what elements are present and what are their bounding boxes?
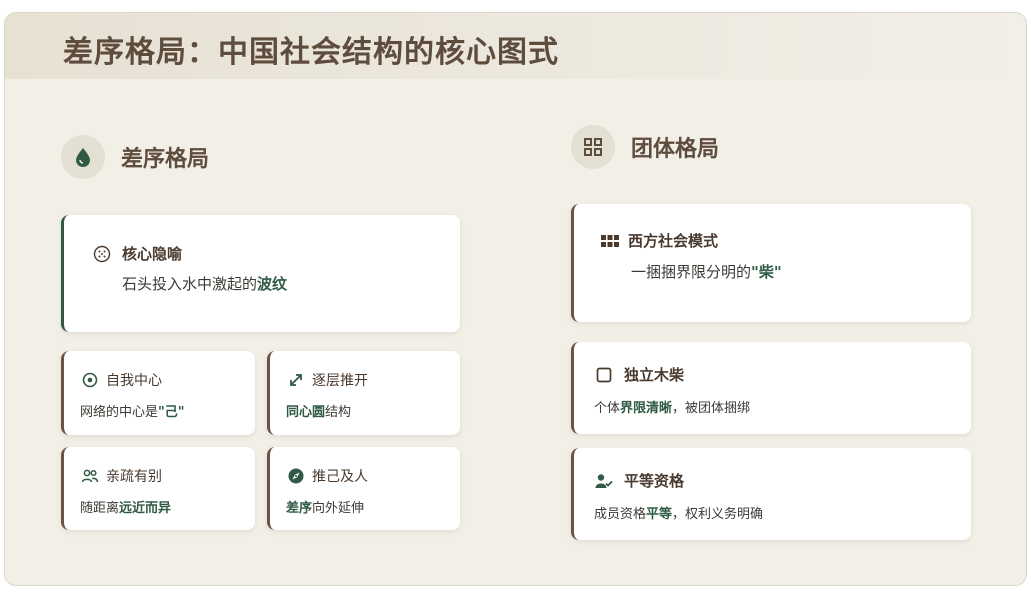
self-center-desc: 网络的中心是"己" [80,401,185,420]
kinship-card: 亲疏有别 随距离远近而异 [61,447,255,530]
core-metaphor-desc: 石头投入水中激起的波纹 [122,273,287,294]
desc-emphasis: 平等 [646,507,673,522]
page-container: 差序格局：中国社会结构的核心图式 差序格局 团体格局 核心隐喻 石头投入水中激起… [4,12,1027,586]
western-model-title: 西方社会模式 [628,232,719,250]
core-metaphor-title: 核心隐喻 [122,245,183,263]
circle-grid-icon [92,244,112,264]
grid-icon [571,125,615,169]
desc-emphasis: 差序 [286,501,313,516]
kinship-title: 亲疏有别 [106,469,162,485]
equal-membership-title: 平等资格 [624,472,685,490]
independent-firewood-card: 独立木柴 个体界限清晰，被团体捆绑 [571,342,971,434]
desc-text: 个体 [594,401,621,416]
compass-icon [286,466,306,486]
layer-expand-card: 逐层推开 同心圆结构 [267,351,460,435]
self-center-title: 自我中心 [106,373,162,389]
desc-suffix: ，被团体捆绑 [672,401,751,416]
water-drop-icon [61,135,105,179]
target-icon [80,370,100,390]
desc-emphasis: 界限清晰 [620,401,673,416]
left-column-header: 差序格局 [61,135,209,179]
kinship-desc: 随距离远近而异 [80,497,171,516]
western-model-card: 西方社会模式 一捆捆界限分明的"柴" [571,204,971,322]
desc-suffix: 向外延伸 [312,501,365,516]
desc-emphasis: "己" [158,405,185,420]
layer-expand-title: 逐层推开 [312,373,368,389]
western-model-desc: 一捆捆界限分明的"柴" [631,261,782,282]
right-column-title: 团体格局 [631,136,720,162]
self-center-card: 自我中心 网络的中心是"己" [61,351,255,435]
desc-text: 成员资格 [594,507,647,522]
page-title: 差序格局：中国社会结构的核心图式 [63,35,559,70]
layer-expand-desc: 同心圆结构 [286,401,351,420]
left-column-title: 差序格局 [121,146,210,172]
desc-emphasis: 同心圆 [286,405,326,420]
extend-desc: 差序向外延伸 [286,497,364,516]
desc-emphasis: "柴" [751,263,782,281]
desc-emphasis: 波纹 [257,275,288,293]
desc-text: 随距离 [80,501,120,516]
extend-title: 推己及人 [312,469,368,485]
blocks-icon [600,231,620,251]
independent-firewood-title: 独立木柴 [624,366,685,384]
desc-text: 一捆捆界限分明的 [631,263,752,281]
desc-text: 网络的中心是 [80,405,159,420]
equal-membership-card: 平等资格 成员资格平等，权利义务明确 [571,448,971,540]
desc-emphasis: 远近而异 [119,501,172,516]
extend-card: 推己及人 差序向外延伸 [267,447,460,530]
square-icon [594,365,614,385]
independent-firewood-desc: 个体界限清晰，被团体捆绑 [594,397,750,416]
desc-suffix: 结构 [325,405,352,420]
user-check-icon [594,471,614,491]
right-column-header: 团体格局 [571,125,719,169]
desc-text: 石头投入水中激起的 [122,275,258,293]
equal-membership-desc: 成员资格平等，权利义务明确 [594,503,763,522]
desc-suffix: ，权利义务明确 [672,507,764,522]
expand-arrow-icon [286,370,306,390]
core-metaphor-card: 核心隐喻 石头投入水中激起的波纹 [61,215,460,332]
people-icon [80,466,100,486]
